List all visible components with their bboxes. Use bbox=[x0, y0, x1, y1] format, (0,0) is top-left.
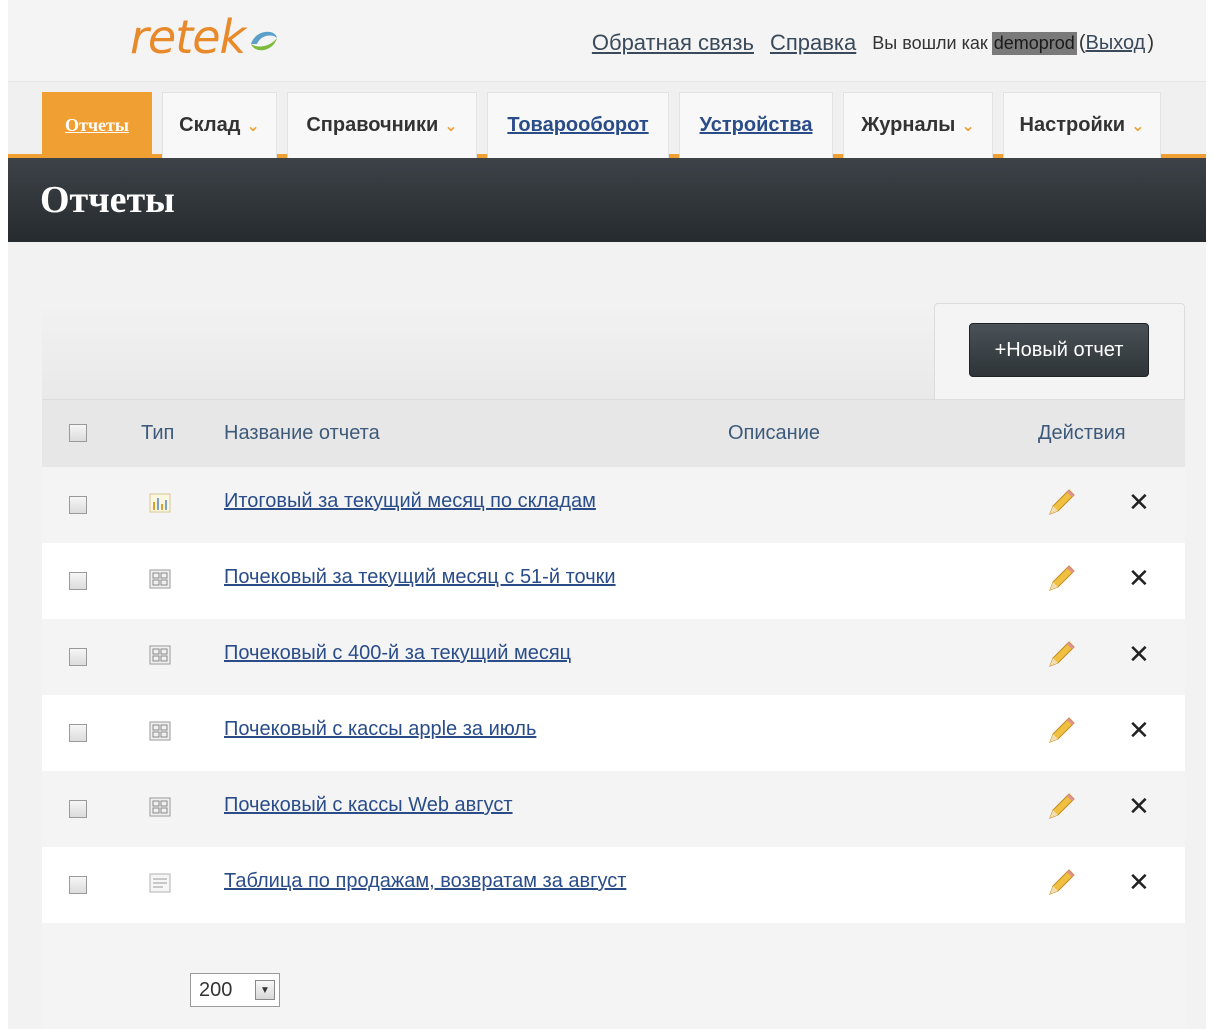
tab-turnover-label: Товарооборот bbox=[507, 114, 649, 136]
row-checkbox[interactable] bbox=[69, 876, 87, 894]
grid-icon bbox=[149, 721, 171, 741]
pencil-icon[interactable] bbox=[1044, 638, 1078, 672]
tab-devices-label: Устройства bbox=[699, 114, 813, 136]
chevron-down-icon: ⌄ bbox=[246, 117, 260, 135]
username: demoprod bbox=[991, 31, 1077, 55]
toolbar-card: +Новый отчет bbox=[934, 303, 1185, 399]
delete-icon[interactable]: ✕ bbox=[1128, 487, 1150, 518]
report-link[interactable]: Таблица по продажам, возвратам за август bbox=[224, 870, 626, 893]
tab-reports-label: Отчеты bbox=[65, 115, 129, 135]
tab-settings[interactable]: Настройки ⌄ bbox=[1003, 92, 1161, 158]
grid-icon bbox=[149, 645, 171, 665]
chart-icon bbox=[149, 493, 171, 513]
report-link[interactable]: Итоговый за текущий месяц по складам bbox=[224, 490, 596, 513]
grid-icon bbox=[149, 797, 171, 817]
title-bar: Отчеты bbox=[8, 158, 1206, 242]
reports-panel: +Новый отчет Тип Название отчета Описани… bbox=[42, 303, 1185, 1029]
page: retek Обратная связь Справка Вы вошли ка… bbox=[8, 0, 1206, 1029]
table-row: Почековый с кассы apple за июль ✕ bbox=[42, 695, 1185, 771]
top-links: Обратная связь Справка Вы вошли как demo… bbox=[592, 30, 1154, 56]
grid-icon bbox=[149, 569, 171, 589]
logout-paren-close: ) bbox=[1147, 31, 1154, 54]
list-icon bbox=[149, 873, 171, 893]
chevron-down-icon: ⌄ bbox=[961, 117, 975, 135]
row-checkbox[interactable] bbox=[69, 496, 87, 514]
pencil-icon[interactable] bbox=[1044, 562, 1078, 596]
logged-in-label: Вы вошли как bbox=[872, 32, 988, 53]
main-nav: Отчеты Склад ⌄ Справочники ⌄ Товарооборо… bbox=[8, 82, 1206, 158]
chevron-down-icon: ⌄ bbox=[444, 117, 458, 135]
table-row: Таблица по продажам, возвратам за август… bbox=[42, 847, 1185, 923]
table-header: Тип Название отчета Описание Действия bbox=[42, 399, 1185, 467]
row-checkbox[interactable] bbox=[69, 800, 87, 818]
page-size-select[interactable]: 200 ▼ bbox=[190, 973, 280, 1007]
tab-settings-label: Настройки bbox=[1019, 114, 1126, 136]
pencil-icon[interactable] bbox=[1044, 714, 1078, 748]
page-title: Отчеты bbox=[40, 179, 175, 221]
pencil-icon[interactable] bbox=[1044, 866, 1078, 900]
delete-icon[interactable]: ✕ bbox=[1128, 867, 1150, 898]
row-checkbox[interactable] bbox=[69, 724, 87, 742]
logout-paren-open: ( bbox=[1078, 31, 1086, 54]
report-link[interactable]: Почековый с кассы apple за июль bbox=[224, 718, 536, 741]
logo-swirl-icon bbox=[251, 31, 278, 51]
logo[interactable]: retek bbox=[130, 10, 281, 64]
pencil-icon[interactable] bbox=[1044, 486, 1078, 520]
column-type[interactable]: Тип bbox=[141, 422, 174, 445]
table-row: Итоговый за текущий месяц по складам ✕ bbox=[42, 467, 1185, 543]
select-all-checkbox[interactable] bbox=[69, 424, 87, 442]
column-name[interactable]: Название отчета bbox=[224, 422, 380, 445]
tab-warehouse-label: Склад bbox=[179, 114, 241, 136]
table-footer: 200 ▼ bbox=[42, 923, 1185, 1029]
logout-link[interactable]: Выход bbox=[1085, 32, 1145, 55]
dropdown-arrow-icon[interactable]: ▼ bbox=[255, 980, 275, 1000]
report-link[interactable]: Почековый за текущий месяц с 51-й точки bbox=[224, 566, 616, 589]
tab-devices[interactable]: Устройства bbox=[679, 92, 833, 158]
tab-directories-label: Справочники bbox=[306, 114, 439, 136]
new-report-button[interactable]: +Новый отчет bbox=[969, 323, 1149, 377]
delete-icon[interactable]: ✕ bbox=[1128, 563, 1150, 594]
pencil-icon[interactable] bbox=[1044, 790, 1078, 824]
tab-warehouse[interactable]: Склад ⌄ bbox=[162, 92, 277, 158]
tab-directories[interactable]: Справочники ⌄ bbox=[287, 92, 477, 158]
table-row: Почековый с 400-й за текущий месяц ✕ bbox=[42, 619, 1185, 695]
feedback-link[interactable]: Обратная связь bbox=[592, 30, 754, 56]
page-size-value: 200 bbox=[199, 978, 233, 1001]
tab-reports[interactable]: Отчеты bbox=[42, 92, 152, 158]
table-row: Почековый с кассы Web август ✕ bbox=[42, 771, 1185, 847]
report-link[interactable]: Почековый с кассы Web август bbox=[224, 794, 513, 817]
logo-text: retek bbox=[130, 10, 246, 64]
table-row: Почековый за текущий месяц с 51-й точки … bbox=[42, 543, 1185, 619]
delete-icon[interactable]: ✕ bbox=[1128, 791, 1150, 822]
help-link[interactable]: Справка bbox=[770, 30, 856, 56]
column-description[interactable]: Описание bbox=[728, 422, 820, 445]
tab-journals-label: Журналы bbox=[861, 114, 956, 136]
tab-journals[interactable]: Журналы ⌄ bbox=[843, 92, 993, 158]
delete-icon[interactable]: ✕ bbox=[1128, 639, 1150, 670]
delete-icon[interactable]: ✕ bbox=[1128, 715, 1150, 746]
tab-turnover[interactable]: Товарооборот bbox=[487, 92, 669, 158]
row-checkbox[interactable] bbox=[69, 572, 87, 590]
report-link[interactable]: Почековый с 400-й за текущий месяц bbox=[224, 642, 571, 665]
column-actions: Действия bbox=[1038, 422, 1126, 444]
row-checkbox[interactable] bbox=[69, 648, 87, 666]
header: retek Обратная связь Справка Вы вошли ка… bbox=[8, 0, 1206, 82]
chevron-down-icon: ⌄ bbox=[1131, 117, 1145, 135]
